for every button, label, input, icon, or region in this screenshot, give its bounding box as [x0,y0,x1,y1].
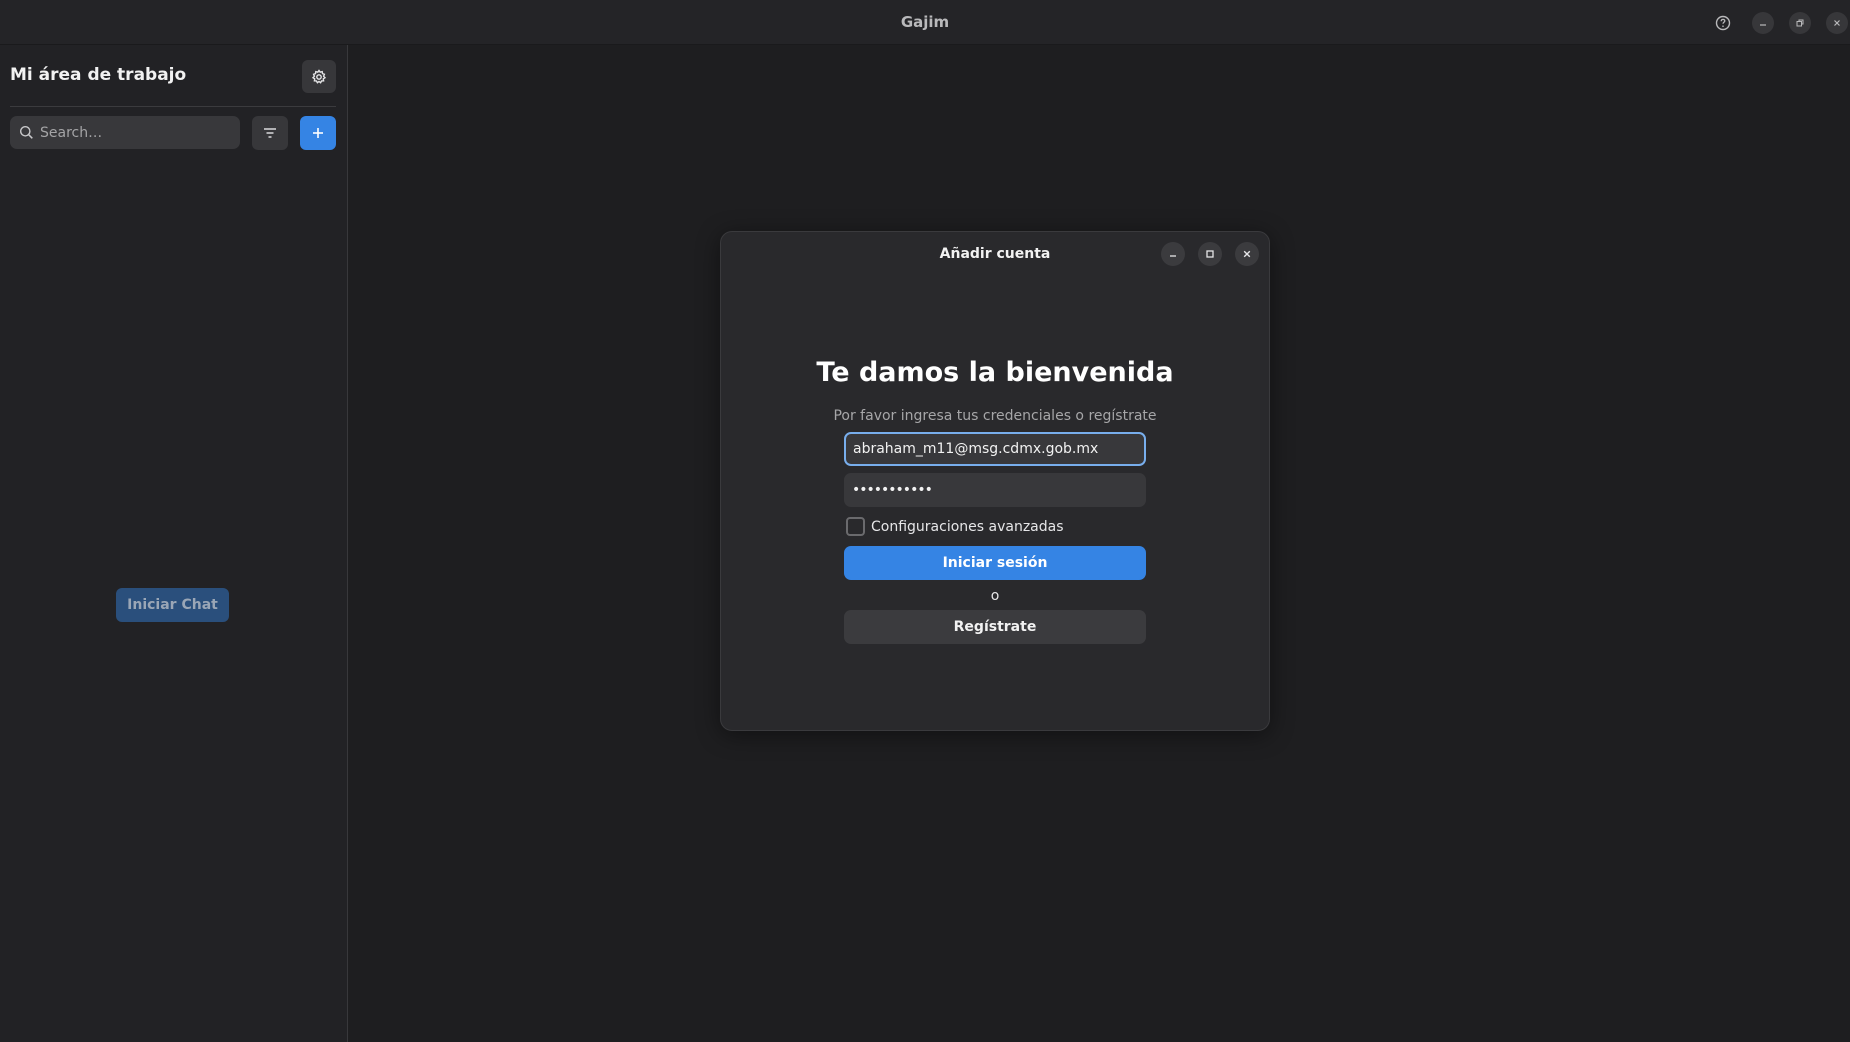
workspace-title: Mi área de trabajo [10,65,187,85]
or-separator: o [990,588,1000,604]
plus-icon [313,128,323,138]
dialog-title: Añadir cuenta [939,246,1051,262]
start-chat-button[interactable]: Iniciar Chat [116,588,229,622]
filter-button[interactable] [252,116,288,150]
welcome-subtitle: Por favor ingresa tus credenciales o reg… [833,408,1157,424]
window-titlebar: Gajim [0,0,1850,45]
sidebar: Mi área de trabajo Search… Iniciar Chat [0,45,348,1042]
dialog-close-button[interactable] [1235,242,1259,266]
advanced-settings-label: Configuraciones avanzadas [871,518,1064,535]
window-restore-button[interactable] [1789,12,1811,34]
dialog-maximize-button[interactable] [1198,242,1222,266]
window-title: Gajim [900,13,950,31]
minimize-icon [1760,24,1766,26]
help-button[interactable] [1712,12,1734,34]
window-close-button[interactable] [1826,12,1848,34]
close-icon [1243,250,1251,258]
workspace-settings-button[interactable] [302,60,336,93]
password-field[interactable]: ••••••••••• [844,473,1146,507]
add-button[interactable] [300,116,336,150]
add-account-dialog: Añadir cuenta Te damos la bienvenida Por… [720,231,1270,731]
register-button[interactable]: Regístrate [844,610,1146,644]
search-box[interactable] [10,116,240,149]
gear-icon [311,68,327,84]
sidebar-divider [10,106,336,107]
minimize-icon [1170,255,1176,257]
search-input[interactable] [40,124,220,141]
help-icon [1715,15,1731,31]
login-button[interactable]: Iniciar sesión [844,546,1146,580]
advanced-settings-row[interactable]: Configuraciones avanzadas [846,517,1064,536]
search-icon [19,125,34,140]
email-field[interactable]: abraham_m11@msg.cdmx.gob.mx [844,432,1146,466]
welcome-title: Te damos la bienvenida [816,357,1174,388]
dialog-minimize-button[interactable] [1161,242,1185,266]
advanced-settings-checkbox[interactable] [846,517,865,536]
maximize-icon [1206,250,1214,258]
filter-icon [264,128,276,138]
window-minimize-button[interactable] [1752,12,1774,34]
close-icon [1834,20,1840,26]
restore-icon [1796,19,1804,27]
